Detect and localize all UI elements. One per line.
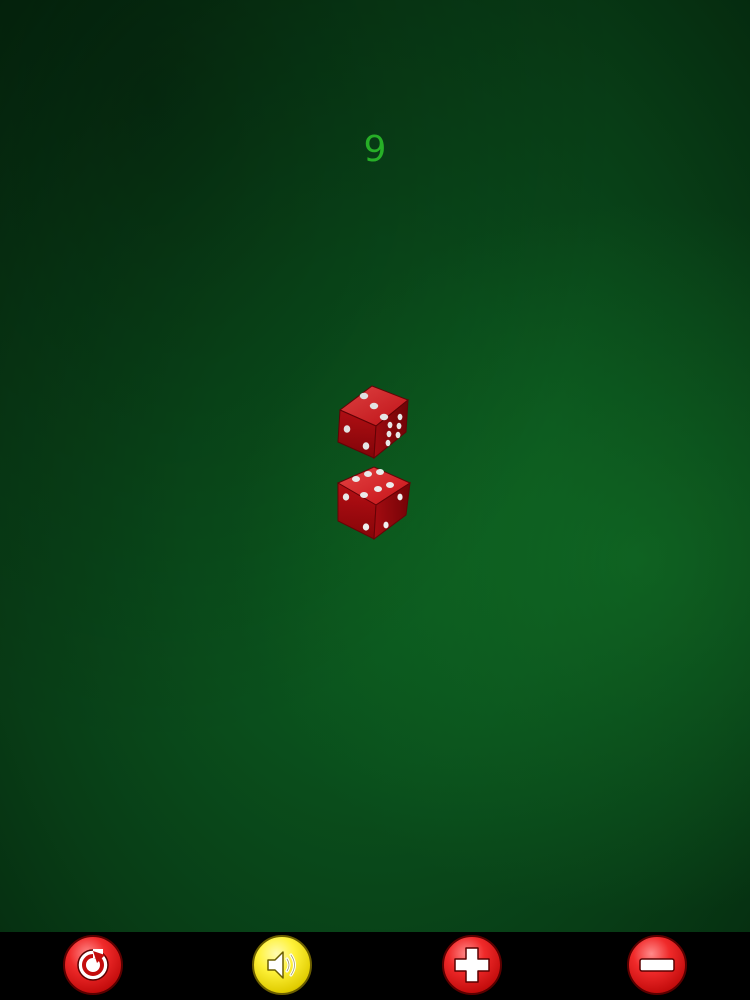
die-1-graphic bbox=[337, 385, 409, 460]
dice-table: 9 bbox=[0, 0, 750, 932]
minus-icon bbox=[639, 958, 675, 972]
sound-toggle-button[interactable] bbox=[252, 935, 312, 995]
reroll-button[interactable] bbox=[63, 935, 123, 995]
plus-icon bbox=[454, 947, 490, 983]
add-die-button[interactable] bbox=[442, 935, 502, 995]
die-2-graphic bbox=[336, 466, 412, 541]
reroll-icon bbox=[77, 949, 109, 981]
bottom-toolbar bbox=[0, 932, 750, 1000]
dice-total: 9 bbox=[363, 129, 387, 170]
remove-die-button[interactable] bbox=[627, 935, 687, 995]
die-2[interactable] bbox=[334, 463, 412, 541]
die-1[interactable] bbox=[334, 382, 412, 460]
speaker-icon bbox=[267, 951, 296, 979]
